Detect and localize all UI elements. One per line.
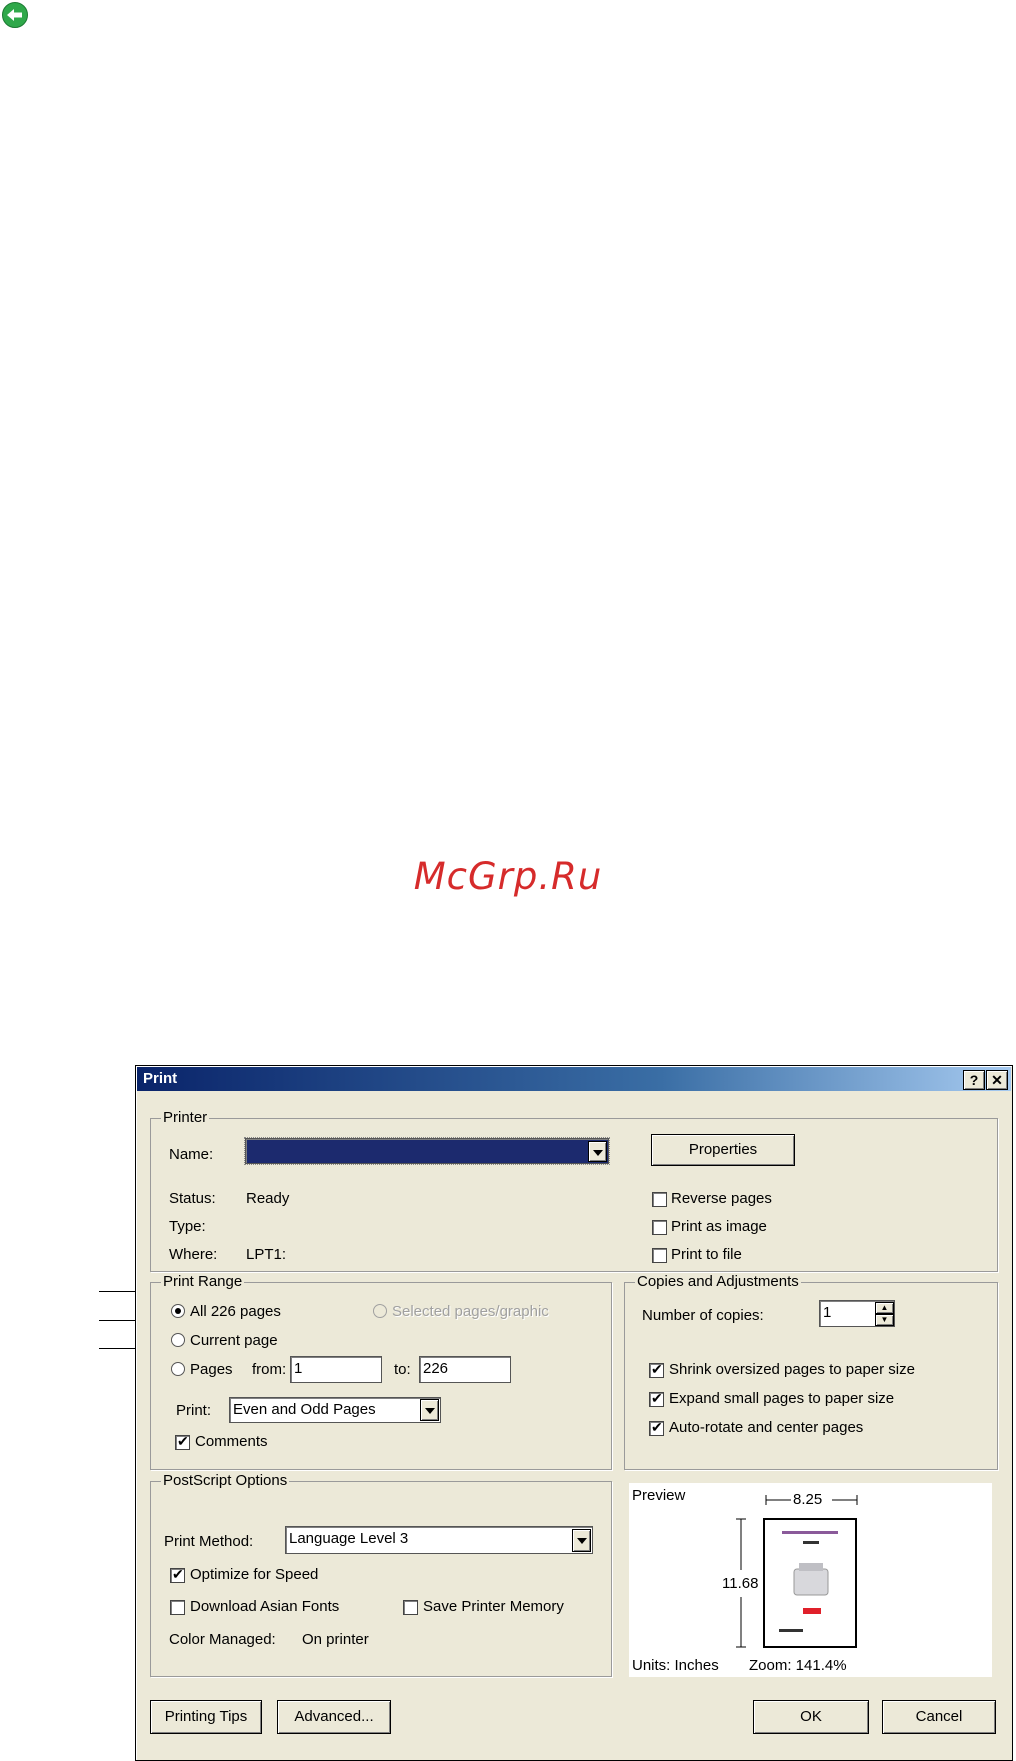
- ok-button[interactable]: OK: [753, 1700, 869, 1734]
- copies-down-button[interactable]: ▼: [875, 1314, 894, 1326]
- from-label: from:: [252, 1361, 287, 1378]
- asian-fonts-checkbox[interactable]: [170, 1600, 185, 1615]
- print-subset-label: Print:: [176, 1402, 212, 1419]
- autorotate-label[interactable]: Auto-rotate and center pages: [669, 1419, 863, 1436]
- copies-up-button[interactable]: ▲: [875, 1302, 894, 1314]
- print-subset-select[interactable]: Even and Odd Pages: [229, 1397, 441, 1423]
- comments-label[interactable]: Comments: [195, 1433, 268, 1450]
- autorotate-checkbox[interactable]: ✔: [649, 1419, 664, 1436]
- pages-radio[interactable]: [171, 1362, 185, 1376]
- printer-group: Printer Name: Properties Status: Ready T…: [150, 1109, 998, 1272]
- to-label: to:: [394, 1361, 411, 1378]
- properties-button[interactable]: Properties: [651, 1134, 795, 1166]
- printer-group-label: Printer: [161, 1109, 210, 1126]
- shrink-label[interactable]: Shrink oversized pages to paper size: [669, 1361, 915, 1378]
- color-managed-value: On printer: [302, 1631, 369, 1648]
- check-icon: ✔: [172, 1566, 184, 1582]
- shrink-checkbox[interactable]: ✔: [649, 1361, 664, 1378]
- chevron-down-icon: [593, 1150, 603, 1156]
- preview-height: 11.68: [722, 1575, 759, 1592]
- print-range-group-label: Print Range: [161, 1273, 245, 1290]
- all-pages-radio[interactable]: [171, 1304, 185, 1318]
- printer-name-select[interactable]: [244, 1137, 610, 1165]
- chevron-down-icon: [577, 1538, 587, 1544]
- number-of-copies-label: Number of copies:: [642, 1307, 764, 1324]
- current-page-radio[interactable]: [171, 1333, 185, 1347]
- check-icon: ✔: [651, 1361, 663, 1377]
- check-icon: ✔: [177, 1433, 189, 1449]
- print-range-group: Print Range All 226 pages Selected pages…: [150, 1273, 612, 1470]
- reverse-pages-label[interactable]: Reverse pages: [671, 1190, 772, 1207]
- print-method-select[interactable]: Language Level 3: [285, 1526, 593, 1554]
- name-label: Name:: [169, 1146, 214, 1163]
- dialog-title: Print: [143, 1070, 178, 1087]
- selected-graphic-radio: [373, 1304, 387, 1318]
- print-as-image-checkbox[interactable]: [652, 1220, 667, 1235]
- help-button[interactable]: ?: [963, 1070, 985, 1090]
- comments-checkbox[interactable]: ✔: [175, 1433, 190, 1450]
- advanced-button[interactable]: Advanced...: [277, 1700, 391, 1734]
- print-subset-dropdown[interactable]: [420, 1399, 439, 1421]
- all-pages-label[interactable]: All 226 pages: [190, 1303, 281, 1320]
- back-arrow-icon[interactable]: [1, 1, 29, 29]
- postscript-group: PostScript Options Print Method: Languag…: [150, 1472, 612, 1677]
- to-page-input[interactable]: 226: [419, 1356, 511, 1383]
- preview-dimension-lines: [736, 1495, 858, 1648]
- preview-zoom: Zoom: 141.4%: [749, 1657, 847, 1674]
- save-memory-label[interactable]: Save Printer Memory: [423, 1598, 564, 1615]
- close-button[interactable]: ✕: [986, 1070, 1008, 1090]
- pages-label[interactable]: Pages: [190, 1361, 233, 1378]
- status-label: Status:: [169, 1190, 216, 1207]
- print-method-dropdown[interactable]: [572, 1529, 591, 1552]
- check-icon: ✔: [651, 1390, 663, 1406]
- watermark: McGrp.Ru: [413, 855, 603, 898]
- optimize-speed-checkbox[interactable]: ✔: [170, 1566, 185, 1583]
- status-value: Ready: [246, 1190, 290, 1207]
- print-dialog: Print ? ✕ Printer Name: Properties Statu…: [135, 1065, 1013, 1761]
- print-to-file-label[interactable]: Print to file: [671, 1246, 742, 1263]
- preview-panel: Preview 8.25 11.68 Units: Inches Zoom: 1…: [629, 1483, 992, 1677]
- expand-label[interactable]: Expand small pages to paper size: [669, 1390, 894, 1407]
- radio-selected-dot: [175, 1308, 181, 1314]
- check-icon: ✔: [651, 1419, 663, 1435]
- copies-group: Copies and Adjustments Number of copies:…: [624, 1273, 998, 1470]
- print-to-file-checkbox[interactable]: [652, 1248, 667, 1263]
- asian-fonts-label[interactable]: Download Asian Fonts: [190, 1598, 339, 1615]
- postscript-group-label: PostScript Options: [161, 1472, 290, 1489]
- where-label: Where:: [169, 1246, 218, 1263]
- preview-width: 8.25: [793, 1491, 823, 1508]
- printer-name-dropdown[interactable]: [588, 1141, 607, 1162]
- preview-units: Units: Inches: [632, 1657, 719, 1674]
- save-memory-checkbox[interactable]: [403, 1600, 418, 1615]
- copies-group-label: Copies and Adjustments: [635, 1273, 801, 1290]
- optimize-speed-label[interactable]: Optimize for Speed: [190, 1566, 318, 1583]
- selected-graphic-label: Selected pages/graphic: [392, 1303, 549, 1320]
- reverse-pages-checkbox[interactable]: [652, 1192, 667, 1207]
- title-bar: Print ? ✕: [137, 1067, 1011, 1091]
- expand-checkbox[interactable]: ✔: [649, 1390, 664, 1407]
- current-page-label[interactable]: Current page: [190, 1332, 278, 1349]
- printing-tips-button[interactable]: Printing Tips: [150, 1700, 262, 1734]
- where-value: LPT1:: [246, 1246, 287, 1263]
- chevron-down-icon: [425, 1408, 435, 1414]
- print-method-label: Print Method:: [164, 1533, 254, 1550]
- color-managed-label: Color Managed:: [169, 1631, 276, 1648]
- from-page-input[interactable]: 1: [290, 1356, 382, 1383]
- type-label: Type:: [169, 1218, 206, 1235]
- cancel-button[interactable]: Cancel: [882, 1700, 996, 1734]
- print-as-image-label[interactable]: Print as image: [671, 1218, 767, 1235]
